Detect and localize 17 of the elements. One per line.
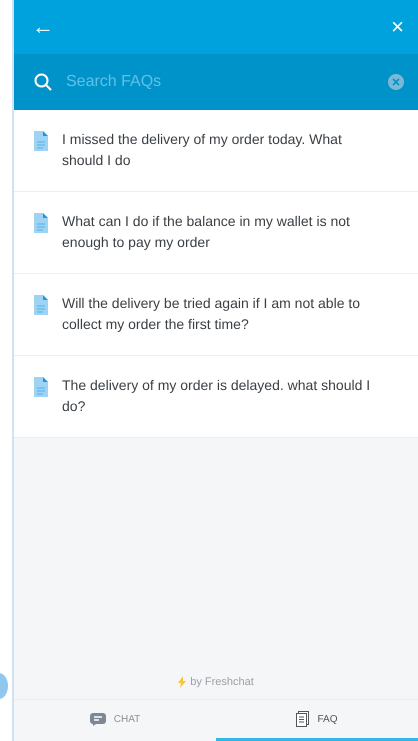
- faq-item[interactable]: What can I do if the balance in my wallet is not enough to pay my order: [14, 192, 418, 274]
- faq-item[interactable]: I missed the delivery of my order today. What should I do: [14, 110, 418, 192]
- search-field[interactable]: Search FAQs: [64, 69, 376, 95]
- lightning-icon: [178, 676, 186, 688]
- clear-icon[interactable]: [388, 74, 404, 90]
- document-icon: [34, 213, 48, 233]
- document-icon: [34, 377, 48, 397]
- document-icon: [34, 295, 48, 315]
- faq-item[interactable]: The delivery of my order is delayed. what should I do?: [14, 356, 418, 438]
- search-icon: [34, 73, 52, 91]
- branding-text: by Freshchat: [190, 674, 254, 690]
- faq-item[interactable]: Will the delivery be tried again if I am not able to collect my order the first time?: [14, 274, 418, 356]
- search-bar[interactable]: Search FAQs: [14, 54, 418, 110]
- tab[interactable]: FAQ: [216, 700, 418, 741]
- document-icon: [34, 131, 48, 151]
- document-icon: [296, 711, 310, 727]
- chat-icon: [90, 712, 106, 726]
